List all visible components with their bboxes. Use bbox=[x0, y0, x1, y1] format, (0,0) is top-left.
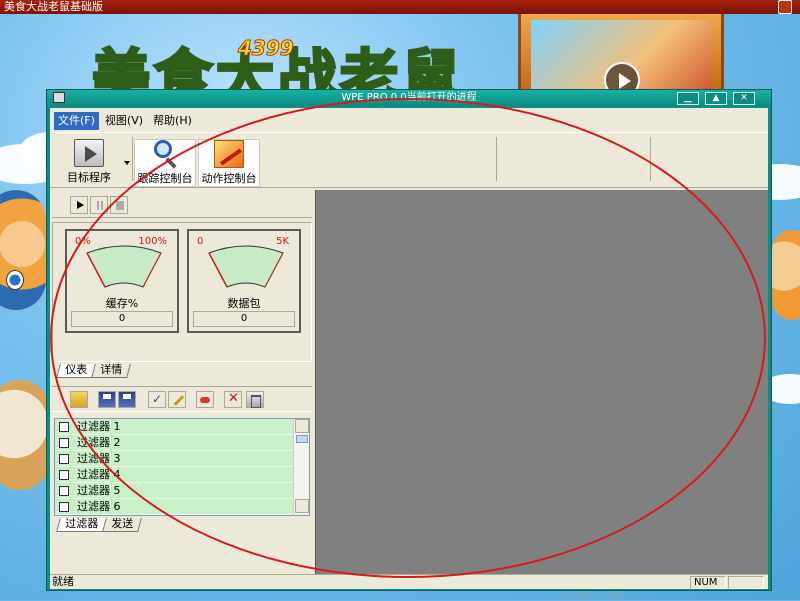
game-logo-number: 4399 bbox=[238, 36, 295, 61]
filter-checkbox[interactable] bbox=[59, 422, 69, 432]
list-scrollbar[interactable] bbox=[293, 419, 309, 515]
open-folder-icon[interactable] bbox=[70, 391, 88, 408]
status-text: 就绪 bbox=[52, 575, 74, 588]
pause-icon[interactable] bbox=[90, 196, 108, 214]
filter-label: 过滤器 6 bbox=[77, 500, 121, 513]
menu-view[interactable]: 视图(V) bbox=[101, 112, 147, 130]
menu-file[interactable]: 文件(F) bbox=[54, 112, 99, 130]
gauge-panel: 0% 100% 缓存% 0 0 5K 数据包 0 bbox=[52, 222, 312, 362]
pencil-icon bbox=[214, 140, 244, 168]
delete-icon[interactable] bbox=[224, 391, 242, 408]
packet-gauge: 0 5K 数据包 0 bbox=[187, 229, 301, 333]
filter-toolbar bbox=[52, 386, 312, 412]
filter-checkbox[interactable] bbox=[59, 502, 69, 512]
filter-checkbox[interactable] bbox=[59, 486, 69, 496]
background-title-text: 美食大战老鼠基础版 bbox=[4, 0, 103, 13]
magnifier-icon bbox=[150, 140, 180, 169]
filter-label: 过滤器 1 bbox=[77, 420, 121, 433]
filter-checkbox[interactable] bbox=[59, 438, 69, 448]
num-lock-indicator: NUM bbox=[690, 576, 726, 589]
action-console-label: 动作控制台 bbox=[201, 172, 257, 185]
filter-label: 过滤器 5 bbox=[77, 484, 121, 497]
filter-label: 过滤器 4 bbox=[77, 468, 121, 481]
list-item[interactable]: 过滤器 4 bbox=[55, 467, 293, 483]
tab-details[interactable]: 详情 bbox=[91, 363, 131, 378]
list-item[interactable]: 过滤器 6 bbox=[55, 499, 293, 515]
main-toolbar: 目标程序 跟踪控制台 动作控制台 bbox=[50, 132, 768, 188]
trace-console-button[interactable]: 跟踪控制台 bbox=[134, 139, 196, 187]
game-right-character-image bbox=[772, 230, 800, 320]
action-console-button[interactable]: 动作控制台 bbox=[198, 139, 260, 187]
tab-filters[interactable]: 过滤器 bbox=[56, 517, 107, 532]
filter-label: 过滤器 2 bbox=[77, 436, 121, 449]
toggle-icon[interactable] bbox=[196, 391, 214, 408]
wpe-window: WPE PRO 0.0当前打开的进程 ▁ ▲ ✕ 文件(F) 视图(V) 帮助(… bbox=[46, 89, 772, 591]
buffer-gauge: 0% 100% 缓存% 0 bbox=[65, 229, 179, 333]
save-icon[interactable] bbox=[98, 391, 116, 408]
background-close-icon[interactable] bbox=[778, 0, 792, 14]
gauge-dial-icon bbox=[86, 245, 162, 288]
target-program-icon bbox=[74, 139, 104, 167]
close-button[interactable]: ✕ bbox=[733, 92, 755, 105]
dropdown-arrow-icon[interactable] bbox=[124, 161, 130, 165]
filter-checkbox[interactable] bbox=[59, 470, 69, 480]
filter-checkbox[interactable] bbox=[59, 454, 69, 464]
capture-controls bbox=[52, 192, 312, 218]
trash-icon[interactable] bbox=[246, 391, 264, 408]
maximize-button[interactable]: ▲ bbox=[705, 92, 727, 105]
packet-view-pane[interactable] bbox=[315, 190, 768, 574]
game-fish-image bbox=[0, 380, 50, 490]
scroll-down-icon[interactable] bbox=[295, 499, 309, 513]
save-as-icon[interactable] bbox=[118, 391, 136, 408]
gauge-tabs: 仪表 详情 bbox=[56, 363, 131, 378]
wpe-titlebar[interactable]: WPE PRO 0.0当前打开的进程 ▁ ▲ ✕ bbox=[47, 90, 771, 106]
game-character-image bbox=[0, 190, 46, 310]
app-icon bbox=[53, 92, 65, 103]
list-item[interactable]: 过滤器 1 bbox=[55, 419, 293, 435]
filter-label: 过滤器 3 bbox=[77, 452, 121, 465]
wpe-title-text: WPE PRO 0.0当前打开的进程 bbox=[341, 92, 477, 103]
wpe-client-area: 文件(F) 视图(V) 帮助(H) 目标程序 跟踪控制台 动作控制台 0% 10… bbox=[50, 108, 768, 589]
filter-list: 过滤器 1 过滤器 2 过滤器 3 过滤器 4 过滤器 5 过滤器 6 bbox=[54, 418, 310, 516]
scroll-up-icon[interactable] bbox=[295, 419, 309, 433]
check-icon[interactable] bbox=[148, 391, 166, 408]
gauge-label: 数据包 bbox=[227, 297, 261, 310]
scroll-thumb[interactable] bbox=[296, 435, 308, 443]
gauge-value: 0 bbox=[193, 311, 295, 327]
list-item[interactable]: 过滤器 5 bbox=[55, 483, 293, 499]
filter-tabs: 过滤器 发送 bbox=[56, 517, 142, 532]
target-program-label: 目标程序 bbox=[67, 171, 111, 184]
minimize-button[interactable]: ▁ bbox=[677, 92, 699, 105]
play-icon[interactable] bbox=[70, 196, 88, 214]
edit-icon[interactable] bbox=[168, 391, 186, 408]
gauge-dial-icon bbox=[208, 245, 284, 288]
status-bar: 就绪 NUM bbox=[50, 574, 768, 589]
list-item[interactable]: 过滤器 2 bbox=[55, 435, 293, 451]
gauge-label: 缓存% bbox=[105, 297, 139, 310]
status-cell-empty bbox=[728, 576, 764, 589]
tab-gauges[interactable]: 仪表 bbox=[56, 363, 96, 378]
stop-icon[interactable] bbox=[110, 196, 128, 214]
trace-console-label: 跟踪控制台 bbox=[137, 172, 193, 185]
game-character-eye bbox=[6, 270, 24, 290]
menu-bar: 文件(F) 视图(V) 帮助(H) bbox=[50, 112, 768, 130]
target-program-button[interactable]: 目标程序 bbox=[64, 139, 114, 187]
background-window-title: 美食大战老鼠基础版 bbox=[0, 0, 800, 14]
menu-help[interactable]: 帮助(H) bbox=[149, 112, 196, 130]
gauge-value: 0 bbox=[71, 311, 173, 327]
list-item[interactable]: 过滤器 3 bbox=[55, 451, 293, 467]
tab-send[interactable]: 发送 bbox=[102, 517, 142, 532]
